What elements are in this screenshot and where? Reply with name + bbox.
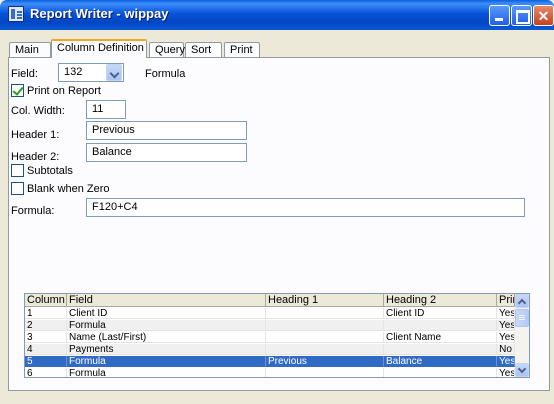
header2-label: Header 2: [11,151,60,163]
subtotals-checkbox[interactable] [11,164,24,177]
subtotals-label: Subtotals [27,165,73,177]
cell-heading1 [266,320,384,331]
scroll-up-icon[interactable] [515,294,529,308]
cell-field: Payments [67,344,266,355]
cell-heading1 [266,368,384,377]
close-icon: ✕ [537,8,550,24]
cell-print: Yes [497,332,515,343]
table-row[interactable]: 6 Formula Yes [25,368,515,378]
app-icon [8,6,24,22]
table-row-selected[interactable]: 5 Formula Previous Balance Yes [25,356,515,367]
cell-column: 1 [25,308,67,319]
col-width-input[interactable]: 11 [86,100,126,119]
report-writer-window: Report Writer - wippay ✕ Main Column Def… [0,0,554,404]
cell-field: Formula [67,368,266,377]
minimize-button[interactable] [489,5,510,26]
columns-grid[interactable]: Column Field Heading 1 Heading 2 Print 1… [24,293,530,378]
grid-header-heading1[interactable]: Heading 1 [266,294,384,307]
cell-heading2: Client Name [384,332,497,343]
cell-field: Client ID [67,308,266,319]
cell-field: Formula [67,356,266,367]
table-row[interactable]: 1 Client ID Client ID Yes [25,308,515,319]
cell-heading1 [266,344,384,355]
cell-heading2 [384,368,497,377]
tab-main[interactable]: Main [9,42,51,58]
table-row[interactable]: 4 Payments No [25,344,515,355]
cell-print: Yes [499,368,515,378]
print-on-report-checkbox[interactable] [11,84,24,97]
col-width-label: Col. Width: [11,105,65,117]
cell-print: Yes [497,308,515,319]
grid-header-field[interactable]: Field [67,294,266,307]
grid-header-print[interactable]: Print [497,294,515,307]
formula-value: F120+C4 [92,201,138,213]
cell-heading1 [266,308,384,319]
cell-column: 6 [25,368,67,377]
maximize-button[interactable] [511,5,532,26]
cell-column: 5 [25,356,67,367]
cell-column: 4 [25,344,67,355]
cell-heading2: Client ID [384,308,497,319]
chevron-down-icon[interactable] [106,64,122,81]
field-number-value: 132 [64,66,83,78]
grid-header-row: Column Field Heading 1 Heading 2 Print [25,294,515,307]
title-bar[interactable]: Report Writer - wippay ✕ [0,0,554,30]
cell-heading2: Balance [384,356,497,367]
tab-column-definition[interactable]: Column Definition [51,39,147,58]
cell-print: No [497,344,515,355]
scroll-down-icon[interactable] [515,363,529,377]
cell-column: 3 [25,332,67,343]
table-row[interactable]: 3 Name (Last/First) Client Name Yes [25,332,515,343]
print-on-report-label: Print on Report [27,85,101,97]
cell-field: Name (Last/First) [67,332,266,343]
tab-query[interactable]: Query [149,42,185,58]
grid-header-column[interactable]: Column [25,294,67,307]
tab-print[interactable]: Print [224,42,260,58]
formula-label: Formula: [11,205,55,217]
header2-input[interactable]: Balance [86,143,247,162]
cell-heading2 [384,320,497,331]
header1-input[interactable]: Previous [86,121,247,140]
window-title: Report Writer - wippay [30,6,169,21]
cell-print: Yes [497,356,515,367]
blank-when-zero-checkbox[interactable] [11,182,24,195]
tab-sort[interactable]: Sort [185,42,222,58]
cell-heading1: Previous [266,356,384,367]
header2-value: Balance [92,146,132,158]
cell-column: 2 [25,320,67,331]
formula-input[interactable]: F120+C4 [86,198,525,217]
cell-heading1 [266,332,384,343]
field-type-text: Formula [145,68,186,80]
table-row[interactable]: 2 Formula Yes [25,320,515,331]
scroll-thumb[interactable] [515,309,529,327]
col-width-value: 11 [92,103,104,115]
cell-field: Formula [67,320,266,331]
field-label: Field: [11,68,38,80]
blank-when-zero-label: Blank when Zero [27,183,110,195]
grid-header-heading2[interactable]: Heading 2 [384,294,497,307]
header1-value: Previous [92,124,135,136]
close-button[interactable]: ✕ [533,5,554,26]
grid-vertical-scrollbar[interactable] [515,294,529,377]
header1-label: Header 1: [11,129,60,141]
cell-heading2 [384,344,497,355]
cell-print: Yes [497,320,515,331]
